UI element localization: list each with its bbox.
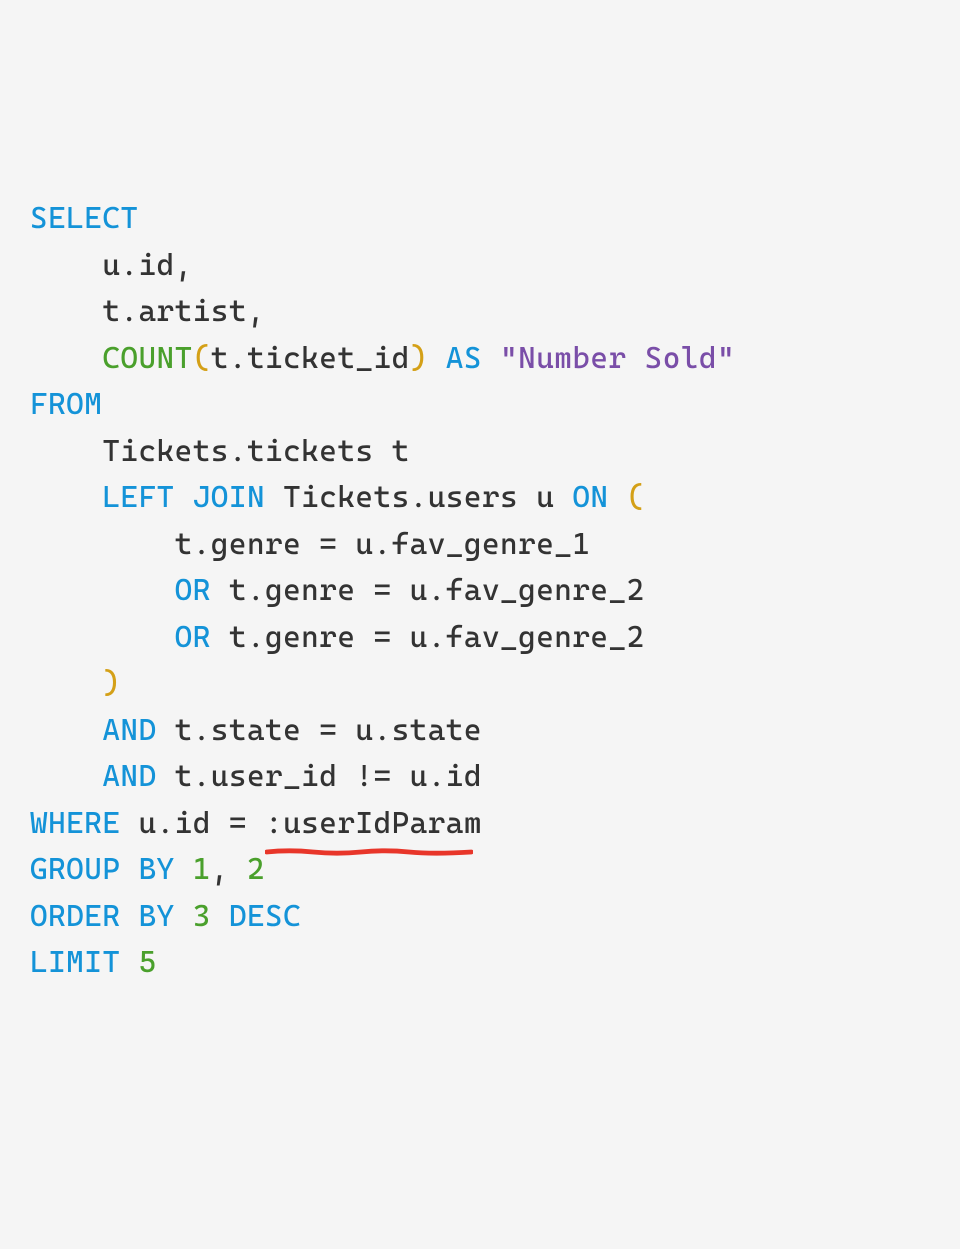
cond-genre2: t.genre = u.fav_genre_2 xyxy=(229,573,645,608)
keyword-left-join: LEFT JOIN xyxy=(102,480,265,515)
keyword-and-2: AND xyxy=(102,759,156,794)
paren-open-2: ( xyxy=(627,480,645,515)
count-arg: t.ticket_id xyxy=(211,341,410,376)
cond-userid: t.user_id != u.id xyxy=(175,759,482,794)
keyword-from: FROM xyxy=(30,387,102,422)
paren-close: ) xyxy=(410,341,428,376)
table-users: Tickets.users u xyxy=(283,480,554,515)
paren-open: ( xyxy=(193,341,211,376)
param-highlighted: :userIdParam xyxy=(265,801,482,848)
keyword-limit: LIMIT xyxy=(30,945,120,980)
comma: , xyxy=(211,852,229,887)
sql-code-block: SELECT u.id, t.artist, COUNT(t.ticket_id… xyxy=(30,196,930,987)
cond-genre3: t.genre = u.fav_genre_2 xyxy=(229,620,645,655)
keyword-or-2: OR xyxy=(175,620,211,655)
keyword-order-by: ORDER BY xyxy=(30,899,175,934)
keyword-desc: DESC xyxy=(229,899,301,934)
param-userid: :userIdParam xyxy=(265,806,482,841)
table-tickets: Tickets.tickets t xyxy=(102,434,409,469)
red-underline-icon xyxy=(265,848,473,856)
keyword-group-by: GROUP BY xyxy=(30,852,175,887)
func-count: COUNT xyxy=(102,341,192,376)
col-artist: t.artist, xyxy=(102,294,265,329)
limit-5: 5 xyxy=(138,945,156,980)
keyword-or-1: OR xyxy=(175,573,211,608)
cond-genre1: t.genre = u.fav_genre_1 xyxy=(175,527,591,562)
keyword-as: AS xyxy=(446,341,482,376)
paren-close-2: ) xyxy=(102,666,120,701)
cond-state: t.state = u.state xyxy=(175,713,482,748)
keyword-where: WHERE xyxy=(30,806,120,841)
keyword-and-1: AND xyxy=(102,713,156,748)
group-1: 1 xyxy=(193,852,211,887)
group-2: 2 xyxy=(247,852,265,887)
keyword-select: SELECT xyxy=(30,201,138,236)
where-left: u.id = xyxy=(138,806,246,841)
col-uid: u.id, xyxy=(102,248,192,283)
alias-number-sold: "Number Sold" xyxy=(500,341,735,376)
keyword-on: ON xyxy=(572,480,608,515)
order-3: 3 xyxy=(193,899,211,934)
